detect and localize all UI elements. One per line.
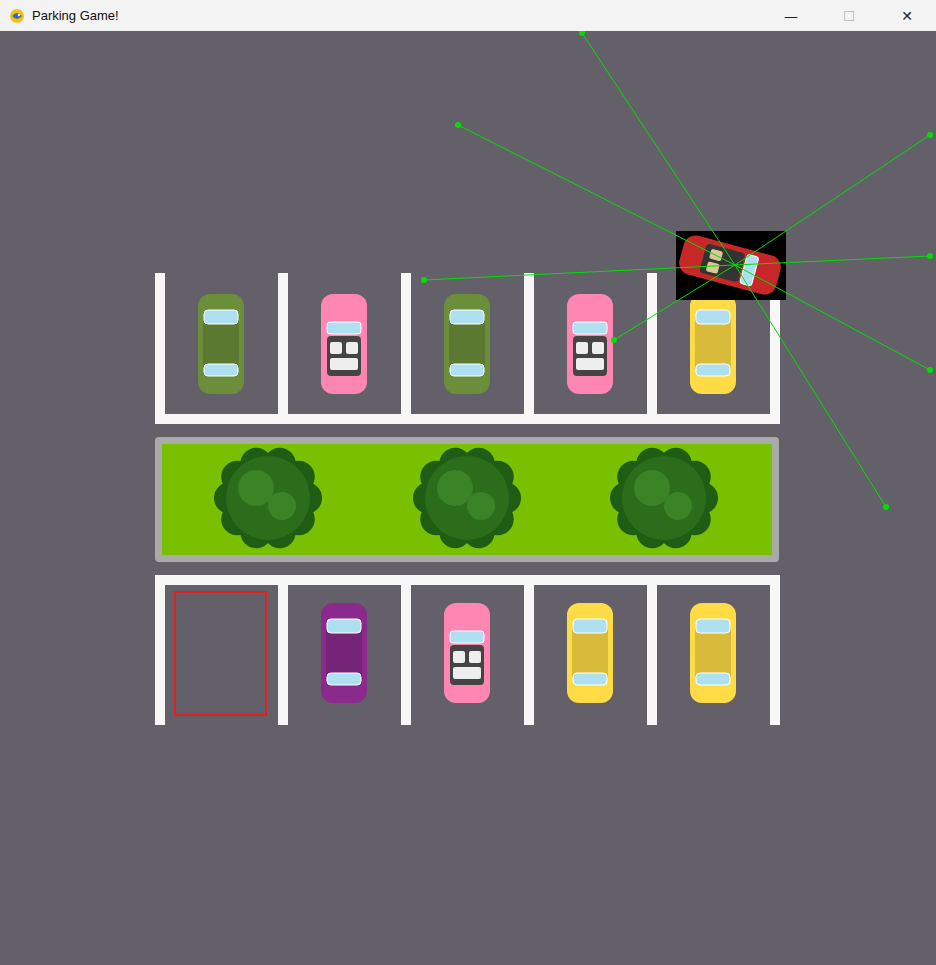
window-title: Parking Game! (32, 8, 762, 23)
parking-spot (444, 603, 490, 703)
python-snake-icon (8, 7, 26, 25)
bush (214, 448, 322, 548)
parking-spot (321, 603, 367, 703)
spot-divider (401, 575, 411, 725)
title-bar: Parking Game!—☐✕ (0, 0, 936, 31)
sensor-ray (735, 265, 889, 510)
sensor-ray (579, 31, 735, 265)
game-canvas[interactable] (0, 31, 936, 965)
parked-car (321, 603, 367, 703)
spot-divider (401, 273, 411, 424)
spot-divider (155, 273, 165, 424)
parking-spot (198, 294, 244, 394)
spot-divider (278, 273, 288, 424)
spot-divider (278, 575, 288, 725)
parking-spot (444, 294, 490, 394)
parking-spot (690, 603, 736, 703)
close-button[interactable]: ✕ (878, 0, 936, 31)
parked-car (567, 294, 613, 394)
parking-spot (567, 603, 613, 703)
parking-row (155, 575, 780, 725)
parked-car (444, 603, 490, 703)
parked-car (567, 603, 613, 703)
parked-car (444, 294, 490, 394)
spot-divider (524, 575, 534, 725)
parking-spot (567, 294, 613, 394)
lane-line (155, 414, 779, 424)
window-controls: —☐✕ (762, 0, 936, 31)
target-spot (175, 592, 266, 715)
spot-divider (524, 273, 534, 424)
bush (413, 448, 521, 548)
parked-car (690, 603, 736, 703)
lane-line (155, 575, 779, 585)
parking-spot (175, 592, 266, 715)
parked-car (198, 294, 244, 394)
spot-divider (647, 273, 657, 424)
bush (610, 448, 718, 548)
game-window: Parking Game!—☐✕ (0, 0, 936, 965)
parked-car (690, 294, 736, 394)
spot-divider (647, 575, 657, 725)
sensor-ray (455, 122, 735, 265)
sensor-ray (735, 132, 933, 265)
sensors (421, 31, 933, 510)
sensor-ray (735, 265, 933, 373)
sensor-ray (421, 265, 735, 283)
spot-divider (770, 575, 780, 725)
maximize-button[interactable]: ☐ (820, 0, 878, 31)
spot-divider (155, 575, 165, 725)
sensor-ray (611, 265, 735, 343)
minimize-button[interactable]: — (762, 0, 820, 31)
median (155, 437, 779, 562)
parked-car (321, 294, 367, 394)
sensor-ray (735, 253, 933, 265)
parking-spot (321, 294, 367, 394)
parking-spot (690, 294, 736, 394)
